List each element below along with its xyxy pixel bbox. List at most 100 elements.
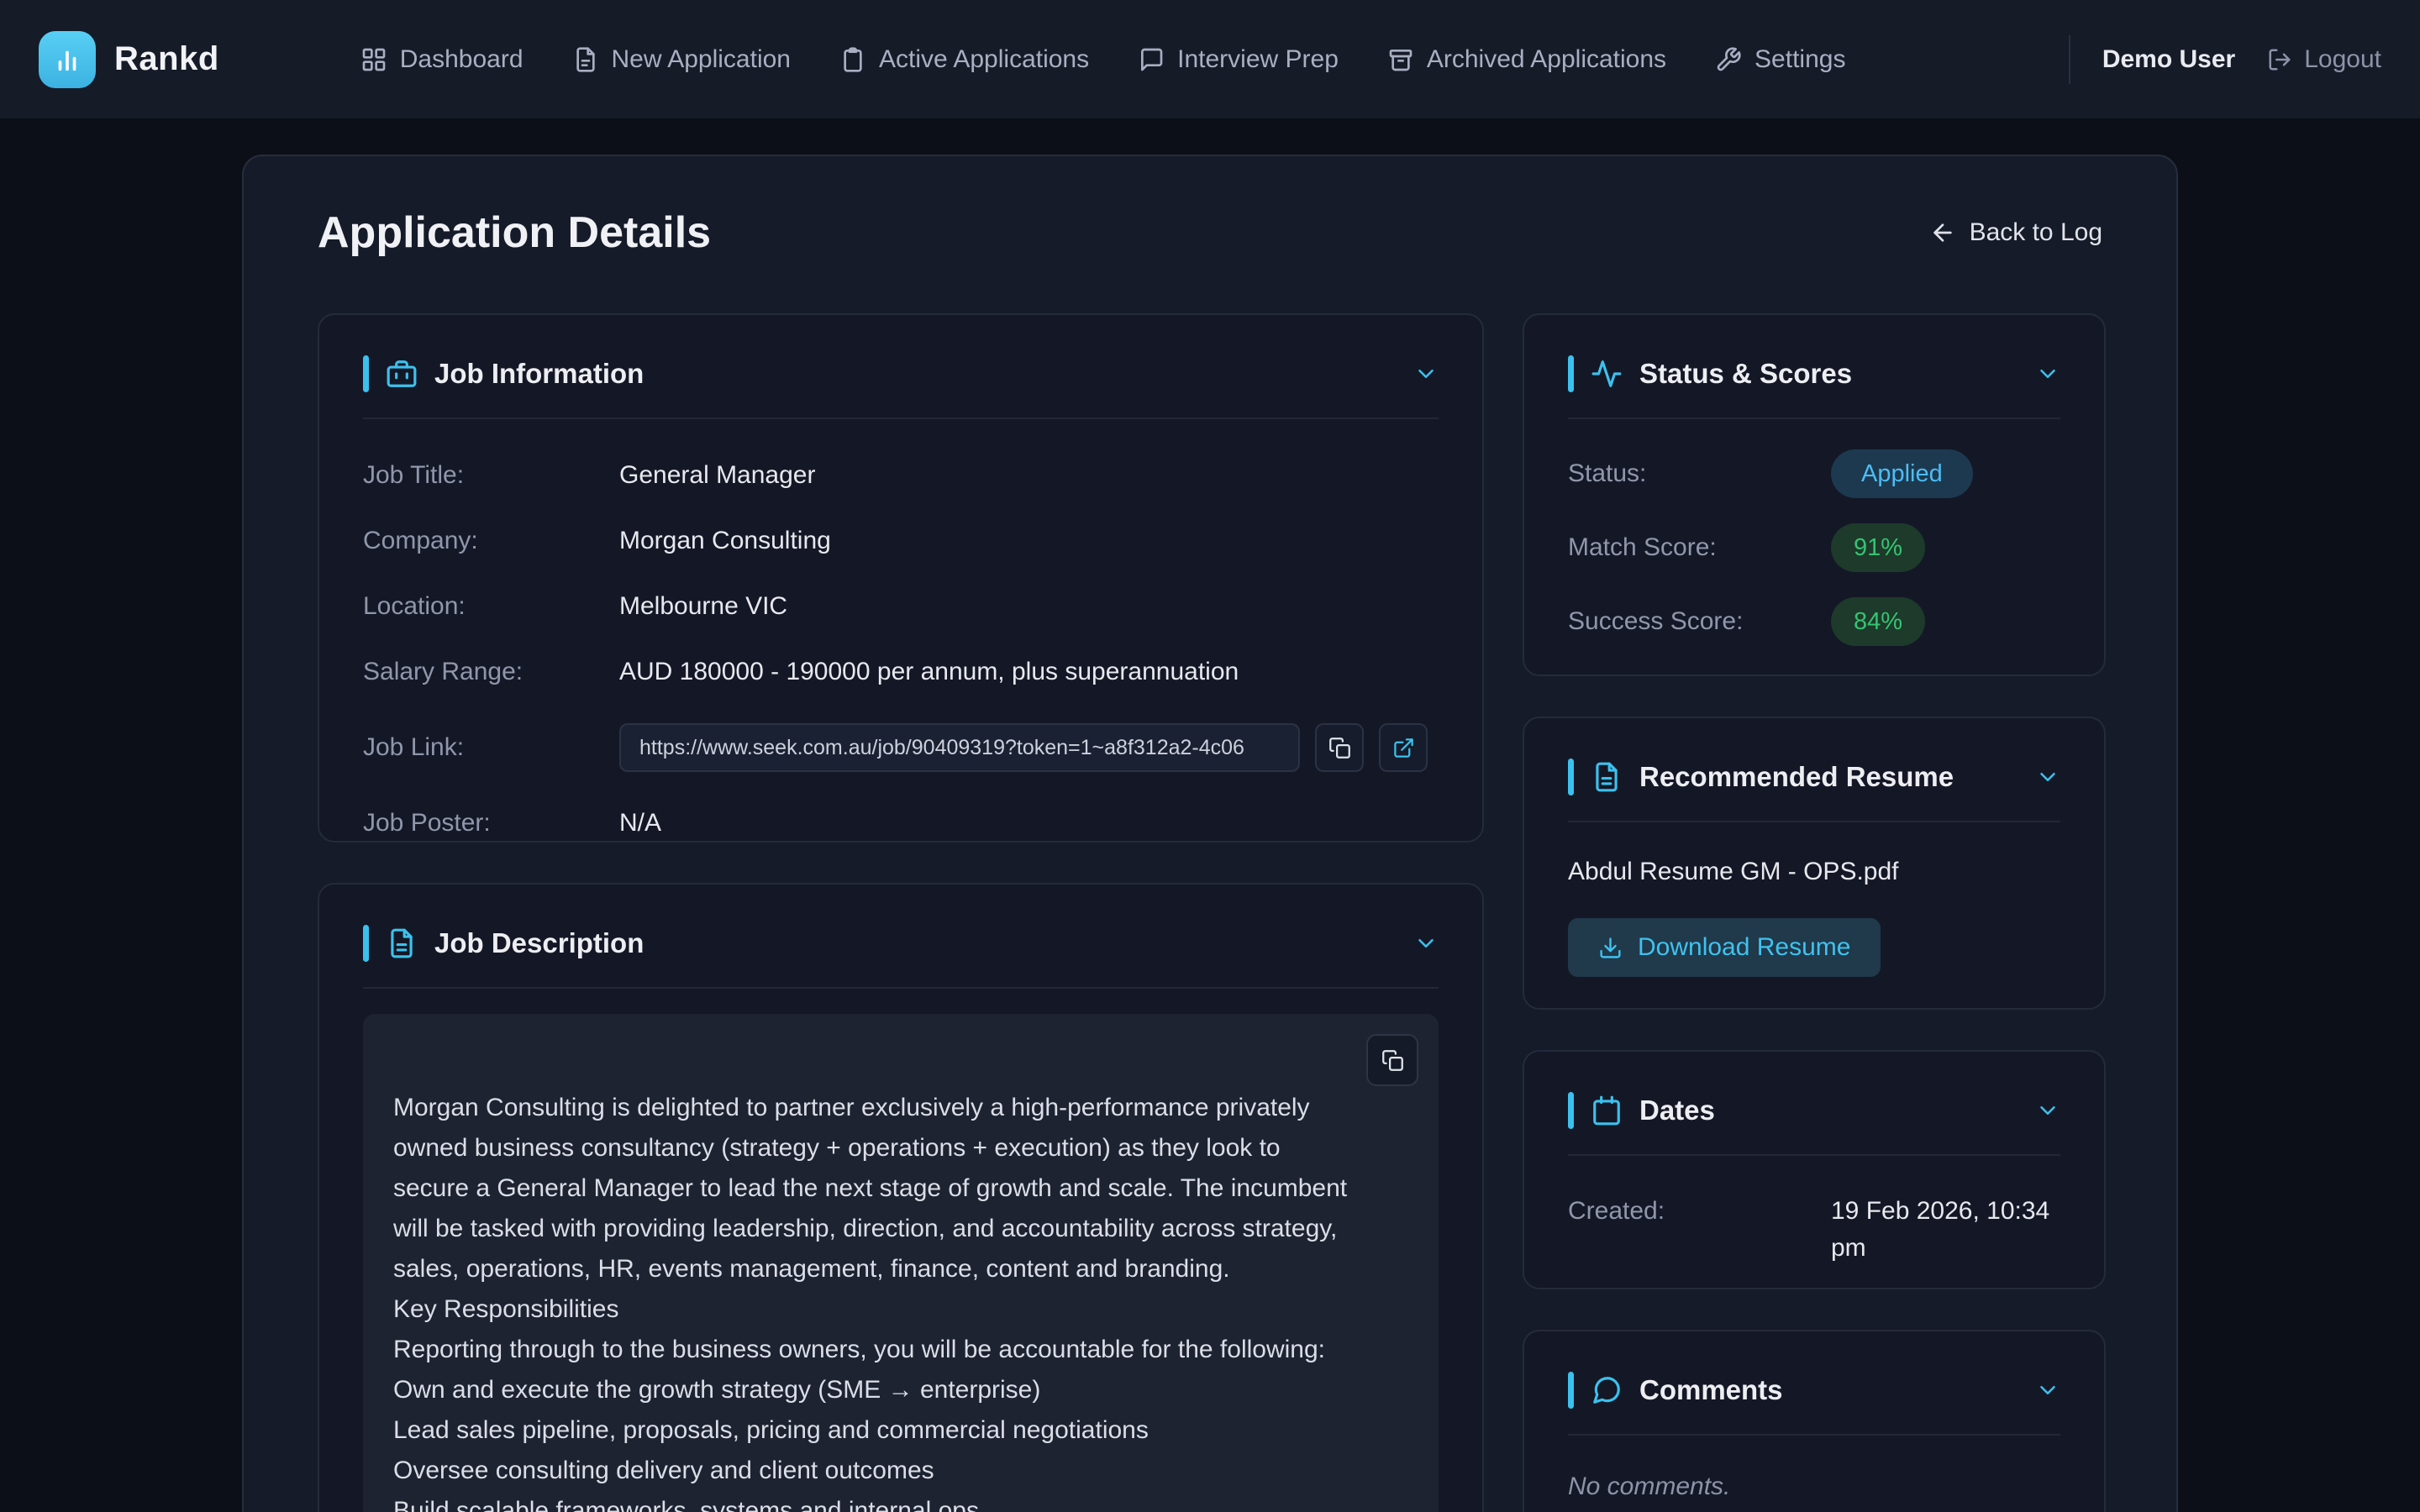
job-description-box: Morgan Consulting is delighted to partne… <box>363 1014 1439 1512</box>
dates-card: Dates Created: 19 Feb 2026, 10:34 pm <box>1523 1050 2106 1289</box>
nav-user-section: Demo User Logout <box>2069 35 2381 84</box>
field-label: Company: <box>363 527 619 555</box>
job-poster-row: Job Poster: N/A <box>363 809 1439 837</box>
divider <box>363 987 1439 989</box>
match-score-badge: 91% <box>1831 523 1925 572</box>
recommended-resume-header: Recommended Resume <box>1568 759 2060 795</box>
field-value: N/A <box>619 809 661 837</box>
salary-row: Salary Range: AUD 180000 - 190000 per an… <box>363 658 1439 686</box>
field-label: Status: <box>1568 459 1831 488</box>
accent-bar <box>1568 759 1574 795</box>
logout-icon <box>2267 47 2292 72</box>
success-score-row: Success Score: 84% <box>1568 597 2060 646</box>
job-description-card: Job Description Morgan Consulting is del… <box>318 883 1484 1512</box>
accent-bar <box>1568 1372 1574 1409</box>
brand[interactable]: Rankd <box>39 31 219 88</box>
download-icon <box>1598 936 1623 960</box>
nav-item-label: Active Applications <box>879 45 1089 74</box>
card-title: Job Information <box>434 358 644 390</box>
copy-icon <box>1328 737 1351 759</box>
brand-logo <box>39 31 96 88</box>
recommended-resume-card: Recommended Resume Abdul Resume GM - OPS… <box>1523 717 2106 1010</box>
wrench-icon <box>1715 46 1742 73</box>
application-details-panel: Application Details Back to Log Job In <box>242 155 2178 1512</box>
job-title-row: Job Title: General Manager <box>363 461 1439 490</box>
copy-icon <box>1381 1049 1404 1072</box>
divider <box>1568 1434 2060 1436</box>
nav-item-new-application[interactable]: New Application <box>572 45 791 74</box>
file-text-icon <box>1591 761 1623 793</box>
copy-description-button[interactable] <box>1366 1034 1418 1086</box>
field-value: General Manager <box>619 461 815 490</box>
chevron-down-icon[interactable] <box>2035 1378 2060 1403</box>
field-value: Melbourne VIC <box>619 592 787 621</box>
field-label: Job Poster: <box>363 809 619 837</box>
accent-bar <box>1568 355 1574 392</box>
nav-divider <box>2069 35 2070 84</box>
created-value: 19 Feb 2026, 10:34 pm <box>1831 1193 2060 1267</box>
logout-button[interactable]: Logout <box>2267 45 2381 74</box>
open-link-button[interactable] <box>1379 723 1428 772</box>
chevron-down-icon[interactable] <box>2035 361 2060 386</box>
nav-menu: Dashboard New Application Active Applica… <box>360 45 1846 74</box>
match-score-row: Match Score: 91% <box>1568 523 2060 572</box>
accent-bar <box>1568 1092 1574 1129</box>
download-resume-button[interactable]: Download Resume <box>1568 918 1881 977</box>
nav-item-label: Archived Applications <box>1427 45 1666 74</box>
clipboard-icon <box>839 46 866 73</box>
field-label: Salary Range: <box>363 658 619 686</box>
accent-bar <box>363 355 369 392</box>
user-name: Demo User <box>2102 45 2235 74</box>
dashboard-grid-icon <box>360 46 387 73</box>
job-information-card: Job Information Job Title: General Manag… <box>318 313 1484 843</box>
job-link-row: Job Link: <box>363 723 1439 772</box>
chevron-down-icon[interactable] <box>1413 361 1439 386</box>
card-title: Comments <box>1639 1374 1783 1406</box>
page-title: Application Details <box>318 207 711 258</box>
field-value: AUD 180000 - 190000 per annum, plus supe… <box>619 658 1239 686</box>
created-row: Created: 19 Feb 2026, 10:34 pm <box>1568 1193 2060 1267</box>
nav-item-label: Dashboard <box>400 45 523 74</box>
brand-name: Rankd <box>114 40 219 78</box>
nav-item-settings[interactable]: Settings <box>1715 45 1845 74</box>
calendar-icon <box>1591 1095 1623 1126</box>
divider <box>1568 417 2060 419</box>
nav-item-archived-applications[interactable]: Archived Applications <box>1387 45 1666 74</box>
no-comments-text: No comments. <box>1568 1473 2060 1501</box>
nav-item-interview-prep[interactable]: Interview Prep <box>1138 45 1339 74</box>
job-description-text: Morgan Consulting is delighted to partne… <box>393 1088 1408 1512</box>
nav-item-label: Interview Prep <box>1177 45 1339 74</box>
chevron-down-icon[interactable] <box>2035 764 2060 790</box>
nav-item-label: New Application <box>612 45 791 74</box>
divider <box>363 417 1439 419</box>
chevron-down-icon[interactable] <box>1413 931 1439 956</box>
company-row: Company: Morgan Consulting <box>363 527 1439 555</box>
card-title: Job Description <box>434 927 644 959</box>
location-row: Location: Melbourne VIC <box>363 592 1439 621</box>
resume-filename: Abdul Resume GM - OPS.pdf <box>1568 858 2060 886</box>
file-text-icon <box>386 927 418 959</box>
bar-chart-icon <box>53 45 82 74</box>
speech-bubble-icon <box>1138 46 1165 73</box>
external-link-icon <box>1392 737 1415 759</box>
arrow-left-icon <box>1929 219 1956 246</box>
comments-header: Comments <box>1568 1372 2060 1409</box>
job-information-header: Job Information <box>363 355 1439 392</box>
nav-item-dashboard[interactable]: Dashboard <box>360 45 523 74</box>
job-description-header: Job Description <box>363 925 1439 962</box>
download-resume-label: Download Resume <box>1638 933 1850 962</box>
field-label: Job Link: <box>363 733 619 762</box>
field-label: Created: <box>1568 1193 1831 1267</box>
chevron-down-icon[interactable] <box>2035 1098 2060 1123</box>
field-label: Location: <box>363 592 619 621</box>
back-to-log-link[interactable]: Back to Log <box>1929 218 2102 247</box>
job-link-input[interactable] <box>619 723 1300 772</box>
field-value: Morgan Consulting <box>619 527 831 555</box>
accent-bar <box>363 925 369 962</box>
nav-item-active-applications[interactable]: Active Applications <box>839 45 1089 74</box>
copy-link-button[interactable] <box>1315 723 1364 772</box>
comments-card: Comments No comments. <box>1523 1330 2106 1512</box>
logout-label: Logout <box>2304 45 2381 74</box>
field-label: Job Title: <box>363 461 619 490</box>
status-scores-card: Status & Scores Status: Applied Match Sc… <box>1523 313 2106 676</box>
